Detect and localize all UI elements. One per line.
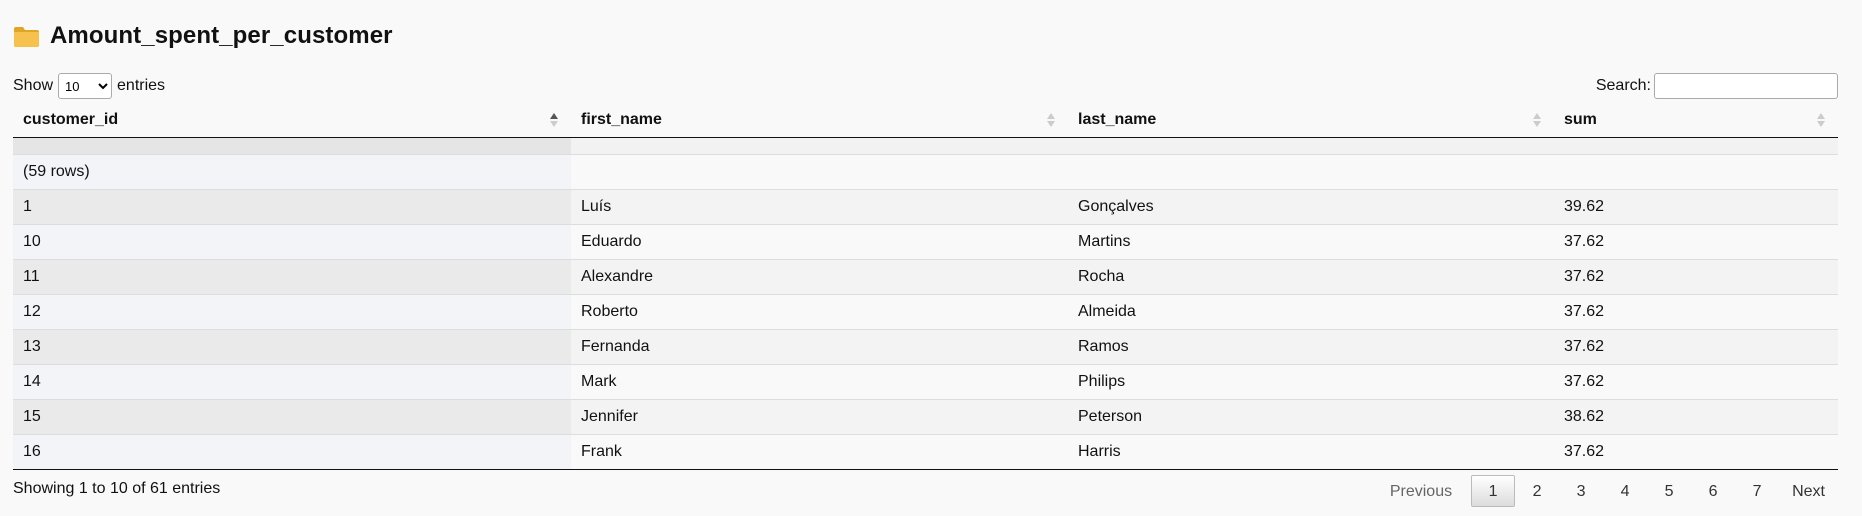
cell-last-name: Almeida [1068,294,1554,330]
table-row: 15 Jennifer Peterson 38.62 [13,399,1838,435]
table-row: 14 Mark Philips 37.62 [13,364,1838,400]
summary-cell: (59 rows) [13,154,571,190]
cell-last-name: Peterson [1068,399,1554,435]
column-header-customer-id[interactable]: customer_id [13,102,571,138]
length-control: Show 10 entries [13,72,165,100]
cell-first-name: Frank [571,434,1068,469]
column-header-last-name[interactable]: last_name [1068,102,1554,138]
cell-first-name: Alexandre [571,259,1068,295]
cell-sum: 39.62 [1554,189,1838,225]
page-button-7[interactable]: 7 [1735,475,1779,507]
cell-customer-id: 11 [13,259,571,295]
cell-customer-id: 13 [13,329,571,365]
cell-sum: 37.62 [1554,294,1838,330]
column-header-label: customer_id [23,110,119,128]
cell-last-name: Ramos [1068,329,1554,365]
table-row: 12 Roberto Almeida 37.62 [13,294,1838,330]
table-row-empty [13,137,1838,155]
page: Amount_spent_per_customer Show 10 entrie… [13,0,1838,510]
column-header-sum[interactable]: sum [1554,102,1838,138]
cell-last-name: Rocha [1068,259,1554,295]
previous-button[interactable]: Previous [1377,475,1471,507]
table-cell [13,137,571,155]
sort-both-icon [1533,112,1541,127]
folder-icon [14,27,39,47]
column-header-first-name[interactable]: first_name [571,102,1068,138]
entries-select[interactable]: 10 [58,73,113,99]
page-button-2[interactable]: 2 [1515,475,1559,507]
show-label: Show [13,77,54,94]
table-footer: Showing 1 to 10 of 61 entries Previous 1… [13,470,1838,510]
page-button-1[interactable]: 1 [1471,475,1516,507]
title-row: Amount_spent_per_customer [13,0,1838,72]
page-button-4[interactable]: 4 [1603,475,1647,507]
cell-sum: 37.62 [1554,434,1838,469]
table-row: 11 Alexandre Rocha 37.62 [13,259,1838,295]
sort-asc-icon [550,112,558,127]
cell-first-name: Fernanda [571,329,1068,365]
cell-sum: 38.62 [1554,399,1838,435]
table-cell [571,154,1068,190]
table-controls: Show 10 entries Search: [13,72,1838,102]
cell-last-name: Gonçalves [1068,189,1554,225]
table-cell [1068,137,1554,155]
table-row: 1 Luís Gonçalves 39.62 [13,189,1838,225]
page-button-6[interactable]: 6 [1691,475,1735,507]
page-button-3[interactable]: 3 [1559,475,1603,507]
cell-first-name: Luís [571,189,1068,225]
cell-customer-id: 14 [13,364,571,400]
cell-first-name: Mark [571,364,1068,400]
table-row-summary: (59 rows) [13,154,1838,190]
table-row: 10 Eduardo Martins 37.62 [13,224,1838,260]
cell-sum: 37.62 [1554,364,1838,400]
column-header-label: first_name [581,110,662,128]
table-row: 16 Frank Harris 37.62 [13,434,1838,469]
cell-first-name: Jennifer [571,399,1068,435]
cell-last-name: Harris [1068,434,1554,469]
column-header-label: last_name [1078,110,1157,128]
table-cell [1068,154,1554,190]
entries-label: entries [117,77,166,94]
sort-both-icon [1817,112,1825,127]
page-title: Amount_spent_per_customer [50,22,393,49]
search-input[interactable] [1654,73,1838,99]
cell-customer-id: 15 [13,399,571,435]
search-control: Search: [1596,72,1838,100]
cell-last-name: Martins [1068,224,1554,260]
pagination: Previous 1 2 3 4 5 6 7 Next [1377,474,1838,508]
search-label: Search: [1595,77,1651,94]
cell-customer-id: 16 [13,434,571,469]
table-cell [571,137,1068,155]
header-row: customer_id first_name last_name sum [13,102,1838,138]
cell-first-name: Roberto [571,294,1068,330]
cell-customer-id: 10 [13,224,571,260]
page-button-5[interactable]: 5 [1647,475,1691,507]
table-cell [1554,154,1838,190]
cell-sum: 37.62 [1554,259,1838,295]
cell-first-name: Eduardo [571,224,1068,260]
table-cell [1554,137,1838,155]
next-button[interactable]: Next [1779,475,1838,507]
cell-customer-id: 12 [13,294,571,330]
data-table: customer_id first_name last_name sum (59… [13,102,1838,469]
cell-last-name: Philips [1068,364,1554,400]
cell-customer-id: 1 [13,189,571,225]
table-row: 13 Fernanda Ramos 37.62 [13,329,1838,365]
table-info: Showing 1 to 10 of 61 entries [13,480,221,497]
sort-both-icon [1047,112,1055,127]
cell-sum: 37.62 [1554,224,1838,260]
cell-sum: 37.62 [1554,329,1838,365]
column-header-label: sum [1564,110,1597,128]
